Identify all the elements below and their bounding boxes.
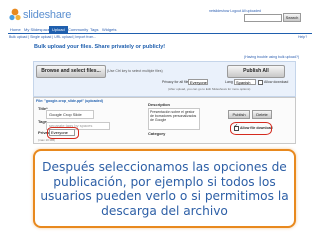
privacy-all-label: Privacy for all files (162, 80, 191, 84)
caption-callout: Después seleccionamos las opciones de pu… (33, 149, 296, 228)
upload-subnav[interactable]: Bulk upload | Single upload | URL upload… (9, 35, 96, 40)
description-textarea[interactable]: Presentación sobre el gestor de borrador… (148, 108, 200, 130)
logo-icon (8, 8, 22, 22)
publish-all-button[interactable]: Publish All (227, 65, 285, 78)
lang-select[interactable]: Spanish (234, 79, 256, 85)
lang-label: Lang (225, 80, 233, 84)
nav-tab-tags[interactable]: Tags (90, 27, 98, 32)
nav-tab-home[interactable]: Home (10, 27, 21, 32)
browse-hint: (Use Ctrl key to select multiple files) (107, 69, 163, 73)
page-title: Bulk upload your files. Share privately … (34, 44, 166, 50)
logo-text: slideshare (23, 9, 72, 21)
help-link[interactable]: Help? (298, 35, 307, 40)
download-selection-highlight (230, 122, 272, 135)
nav-tab-community[interactable]: Community (68, 27, 88, 32)
category-label: Category (148, 131, 166, 136)
search-button[interactable]: Search (283, 13, 301, 22)
nav-tab-upload[interactable]: Upload (49, 26, 68, 33)
file-name-label: File: "google-crop_slide.ppt" (uploaded) (36, 99, 103, 103)
nav-tab-my-slidespace[interactable]: My Slidespace (24, 27, 50, 32)
logo[interactable]: slideshare (8, 7, 71, 25)
caption-text: Después seleccionamos las opciones de pu… (40, 160, 289, 218)
browse-files-button[interactable]: Browse and select files... (36, 65, 106, 78)
allow-download-all-label: Allow download (264, 80, 289, 84)
size-note: (max 10 MB) (38, 138, 56, 142)
search-input[interactable] (244, 14, 282, 22)
bulk-upload-help-link[interactable]: (Having trouble using bulk upload?) (244, 55, 299, 60)
allow-download-all-checkbox[interactable] (258, 80, 263, 85)
settings-hint: (After upload, you can go to Edit Slides… (168, 87, 251, 91)
privacy-all-select[interactable]: Everyone (188, 79, 208, 85)
nav-tab-widgets[interactable]: Widgets (102, 27, 116, 32)
publish-button[interactable]: Publish (228, 110, 250, 119)
description-text: Presentación sobre el gestor de borrador… (150, 110, 197, 122)
nav-bar: Home My Slidespace Upload Community Tags… (8, 26, 312, 34)
title-input[interactable]: Google Crop Slide (46, 110, 94, 119)
description-label: Description (148, 102, 171, 107)
delete-button[interactable]: Delete (252, 110, 272, 119)
